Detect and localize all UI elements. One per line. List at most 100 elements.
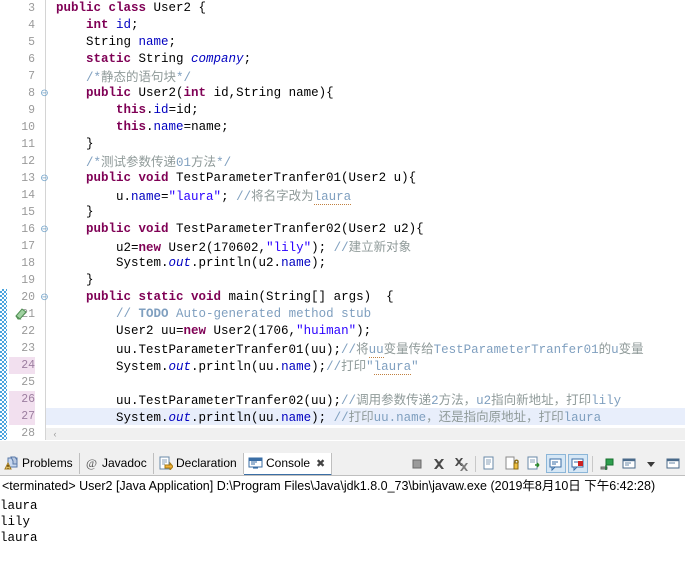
code-line[interactable]: System.out.println(uu.name);//打印"laura": [46, 357, 685, 375]
line-number[interactable]: 12: [9, 153, 35, 170]
line-number[interactable]: 8: [9, 85, 35, 102]
line-number[interactable]: 5: [9, 34, 35, 51]
code-line[interactable]: }: [46, 272, 685, 289]
line-number[interactable]: 16: [9, 221, 35, 238]
line-number[interactable]: 27: [9, 408, 35, 425]
code-line[interactable]: uu.TestParameterTranfer02(uu);//调用参数传递2方…: [46, 391, 685, 408]
code-line[interactable]: }: [46, 136, 685, 153]
line-number[interactable]: 14: [9, 187, 35, 204]
terminate-button[interactable]: [407, 454, 427, 473]
line-number-gutter[interactable]: 3 4 5 6 7 8 ⊖ 9 10 11 12 13 ⊖ 14 15 16 ⊖ 17 18 19 20 ⊖ 21 22 23 2…: [7, 0, 49, 440]
code-line[interactable]: System.out.println(u2.name);: [46, 255, 685, 272]
tab-javadoc[interactable]: @ Javadoc: [80, 453, 154, 474]
line-number[interactable]: 3: [9, 0, 35, 17]
close-icon[interactable]: ✖: [316, 454, 325, 475]
line-number[interactable]: 22: [9, 323, 35, 340]
code-line[interactable]: int id;: [46, 17, 685, 34]
svg-text:@: @: [86, 456, 97, 470]
pin-console-button[interactable]: [597, 454, 617, 473]
display-selected-console-button[interactable]: [619, 454, 639, 473]
scroll-left-arrow-icon[interactable]: ‹: [48, 428, 62, 440]
display-selected-console-dropdown[interactable]: [641, 454, 661, 473]
code-line[interactable]: uu.TestParameterTranfer01(uu);//将uu变量传给T…: [46, 340, 685, 358]
line-number[interactable]: 13: [9, 170, 35, 187]
show-console-on-error-button[interactable]: [568, 454, 588, 473]
code-token: String: [56, 35, 139, 49]
tab-label: Declaration: [176, 456, 237, 470]
code-line[interactable]: this.name=name;: [46, 119, 685, 136]
code-line[interactable]: User2 uu=new User2(1706,"huiman");: [46, 323, 685, 340]
change-indicator: [0, 289, 7, 440]
code-line[interactable]: public void TestParameterTranfer02(User2…: [46, 221, 685, 238]
line-number[interactable]: 23: [9, 340, 35, 357]
tab-declaration[interactable]: Declaration: [154, 453, 244, 474]
code-token: company: [191, 52, 244, 66]
code-text-area[interactable]: public class User2 { int id; String name…: [46, 0, 685, 425]
editor-horizontal-scrollbar[interactable]: ‹: [46, 427, 685, 440]
code-token: name: [281, 411, 312, 425]
code-editor[interactable]: 3 4 5 6 7 8 ⊖ 9 10 11 12 13 ⊖ 14 15 16 ⊖ 17 18 19 20 ⊖ 21 22 23 2…: [0, 0, 685, 440]
clear-console-button[interactable]: [480, 454, 500, 473]
code-token: //: [116, 307, 139, 321]
line-number[interactable]: 18: [9, 255, 35, 272]
line-number[interactable]: 9: [9, 102, 35, 119]
line-number[interactable]: 20: [9, 289, 35, 306]
code-token: 01: [176, 156, 192, 170]
code-line[interactable]: public void TestParameterTranfer01(User2…: [46, 170, 685, 187]
code-line[interactable]: /*测试参数传递01方法*/: [46, 153, 685, 170]
code-line[interactable]: public User2(int id,String name){: [46, 85, 685, 102]
code-line[interactable]: }: [46, 204, 685, 221]
line-number[interactable]: 25: [9, 374, 35, 391]
line-number[interactable]: 17: [9, 238, 35, 255]
code-token: .println(uu.: [191, 360, 282, 374]
remove-all-terminated-button[interactable]: [451, 454, 471, 473]
show-console-on-output-button[interactable]: [546, 454, 566, 473]
code-line[interactable]: this.id=id;: [46, 102, 685, 119]
line-number[interactable]: 4: [9, 17, 35, 34]
code-line[interactable]: System.out.println(uu.name); //打印uu.name…: [46, 408, 685, 425]
line-number[interactable]: 7: [9, 68, 35, 85]
line-number[interactable]: 28: [9, 425, 35, 440]
code-token: name: [281, 360, 312, 374]
line-number[interactable]: 26: [9, 391, 35, 408]
line-number[interactable]: 15: [9, 204, 35, 221]
code-token: User2: [153, 1, 199, 15]
line-number[interactable]: 6: [9, 51, 35, 68]
code-line[interactable]: String name;: [46, 34, 685, 51]
problems-icon: [4, 456, 19, 470]
code-token: //: [333, 241, 349, 255]
code-line[interactable]: u2=new User2(170602,"lily"); //建立新对象: [46, 238, 685, 255]
code-token: {: [198, 1, 207, 15]
code-token: /*: [56, 71, 102, 85]
code-token: User2(: [138, 86, 184, 100]
console-toolbar[interactable]: [407, 453, 683, 474]
code-line[interactable]: [46, 374, 685, 391]
code-line[interactable]: u.name="laura"; //将名字改为laura: [46, 187, 685, 205]
code-token: public void: [86, 171, 177, 185]
code-token: }: [56, 273, 94, 287]
line-number[interactable]: 19: [9, 272, 35, 289]
code-line[interactable]: /*静态的语句块*/: [46, 68, 685, 85]
console-process-text: <terminated> User2 [Java Application] D:…: [2, 479, 656, 493]
tab-console[interactable]: Console ✖: [244, 453, 333, 476]
code-line[interactable]: static String company;: [46, 51, 685, 68]
code-token: );: [356, 324, 372, 338]
open-console-button[interactable]: [663, 454, 683, 473]
code-token: 指向新地址，打印: [491, 392, 592, 407]
remove-launch-button[interactable]: [429, 454, 449, 473]
code-token: }: [56, 205, 94, 219]
console-output[interactable]: laura lily laura: [0, 495, 685, 568]
tab-problems[interactable]: Problems: [0, 453, 80, 474]
line-number[interactable]: 24: [9, 357, 35, 374]
code-line[interactable]: public static void main(String[] args) {: [46, 289, 685, 306]
code-line[interactable]: // TODO Auto-generated method stub: [46, 306, 685, 323]
line-number[interactable]: 10: [9, 119, 35, 136]
word-wrap-button[interactable]: [524, 454, 544, 473]
scroll-lock-button[interactable]: [502, 454, 522, 473]
code-line[interactable]: public class User2 {: [46, 0, 685, 17]
line-number[interactable]: 11: [9, 136, 35, 153]
